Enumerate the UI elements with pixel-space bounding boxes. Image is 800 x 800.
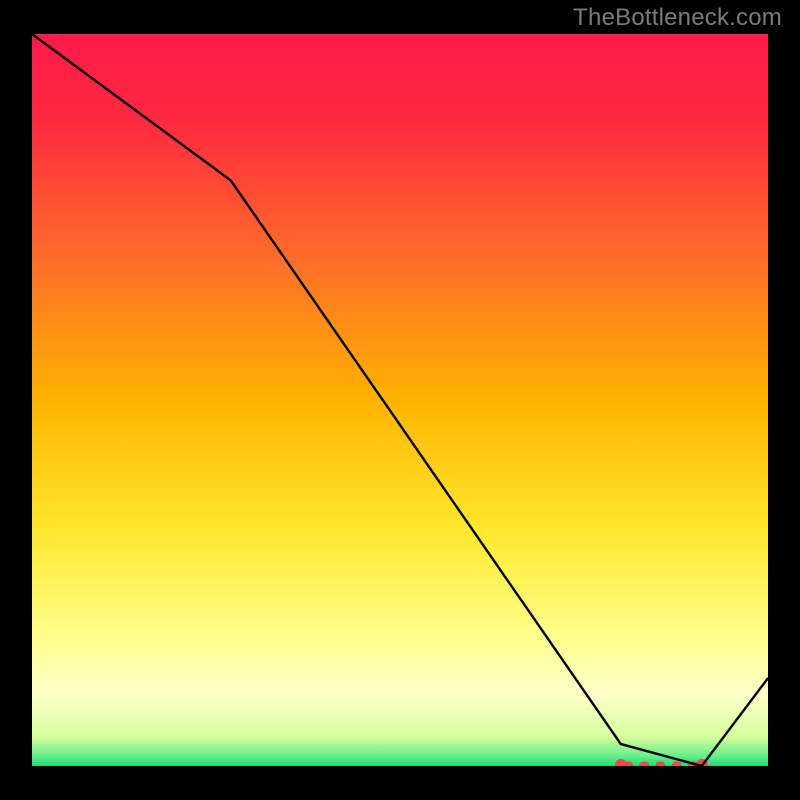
gradient-background — [32, 34, 768, 766]
heat-chart — [32, 34, 768, 766]
chart-frame: TheBottleneck.com — [0, 0, 800, 800]
attribution-label: TheBottleneck.com — [573, 4, 782, 32]
